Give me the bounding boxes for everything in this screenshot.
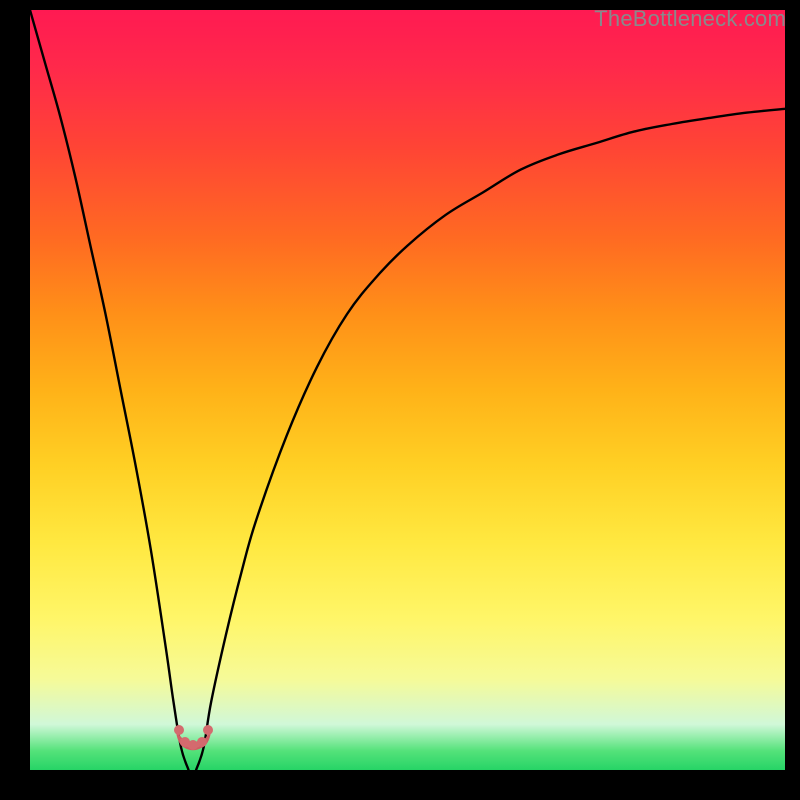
minimum-marker [30, 10, 785, 770]
chart-area [30, 10, 785, 770]
